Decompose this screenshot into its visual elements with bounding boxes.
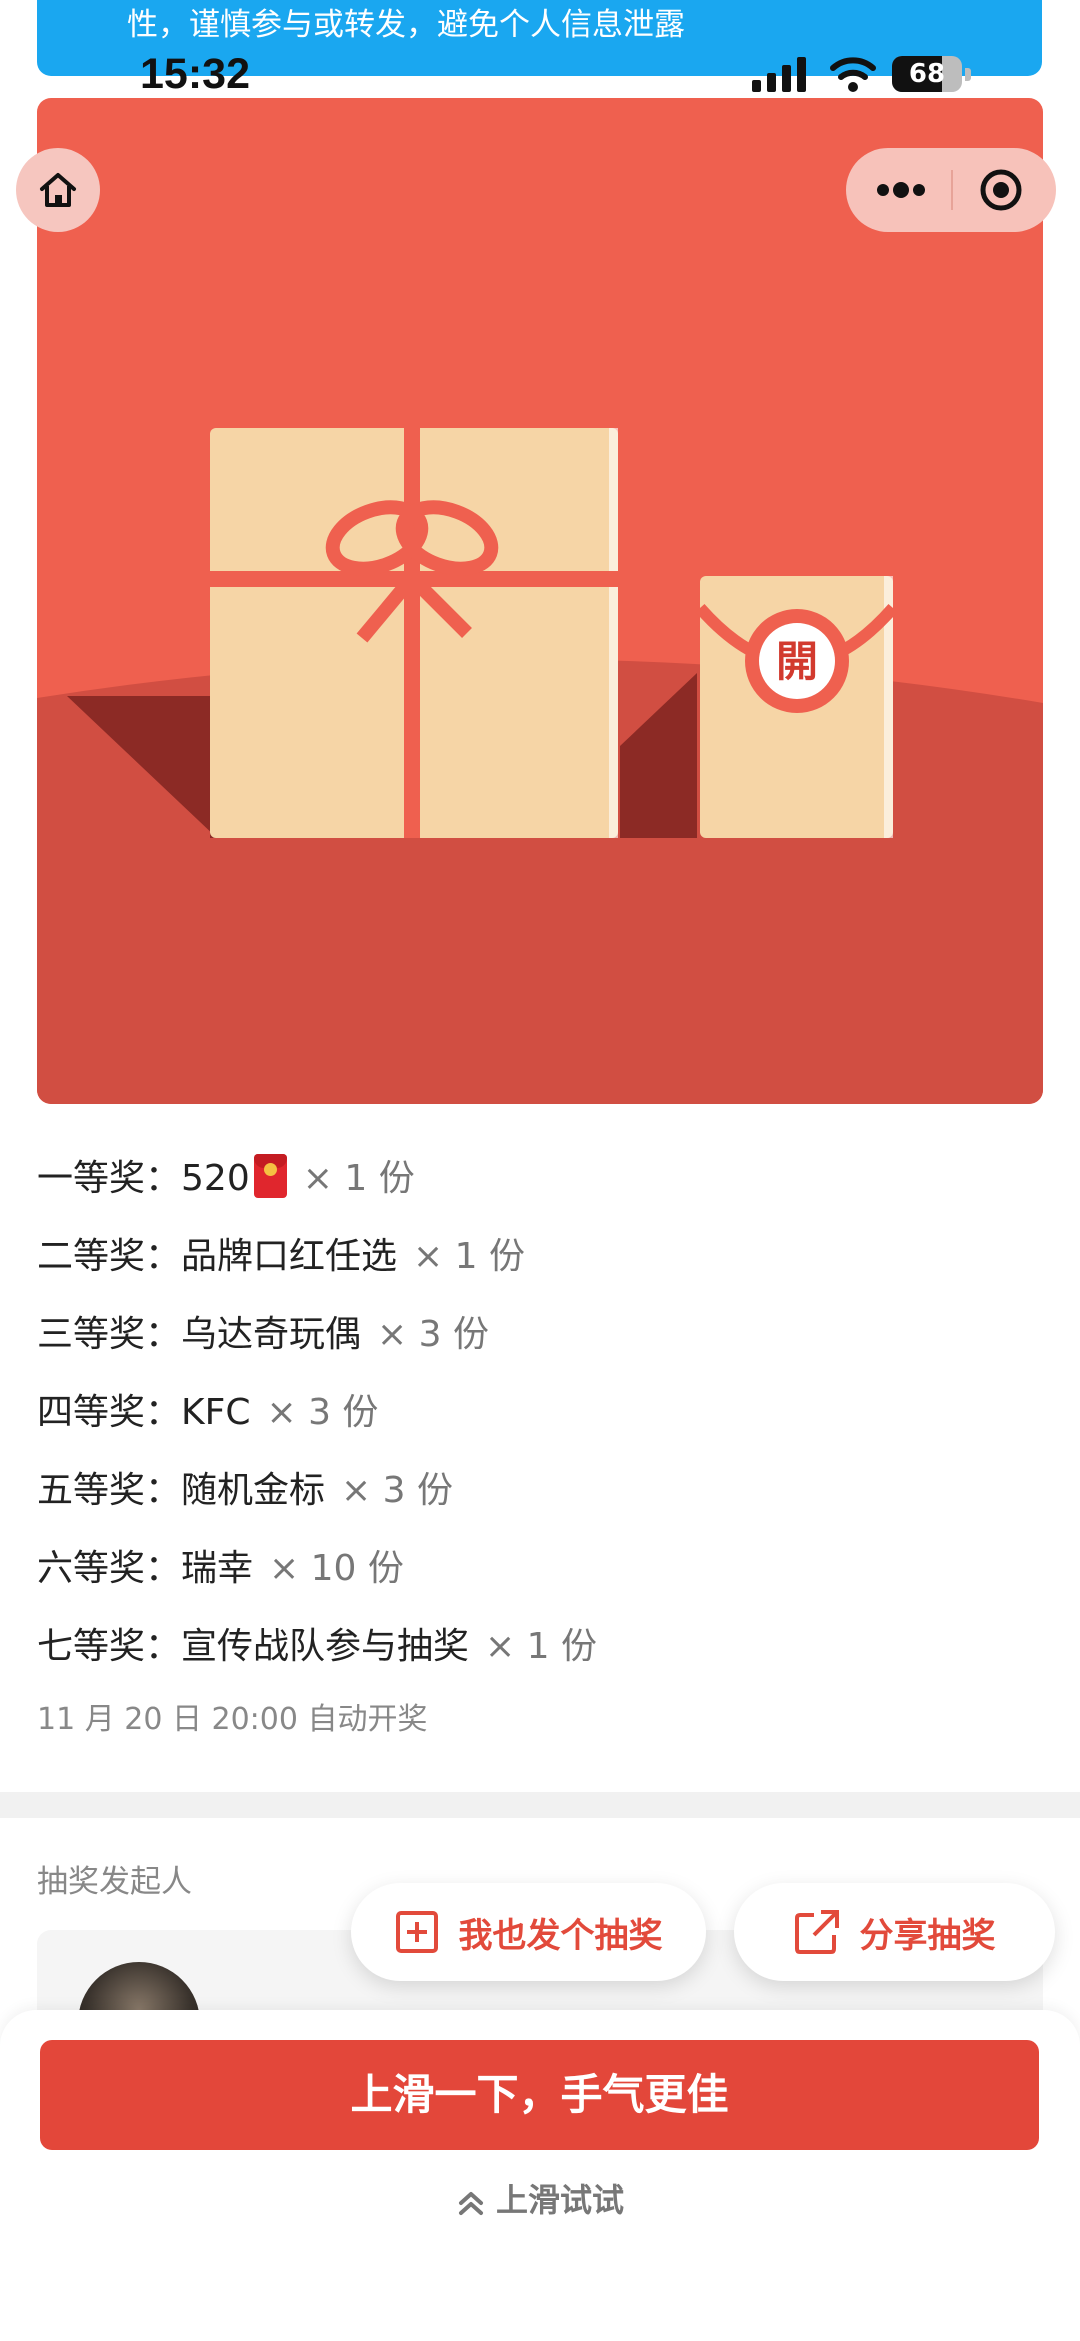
more-button[interactable] (856, 148, 946, 232)
prize-name: 乌达奇玩偶 (181, 1314, 362, 1355)
prize-quantity: × 1 份 (302, 1158, 415, 1199)
create-lottery-label: 我也发个抽奖 (458, 1915, 663, 1956)
prize-rank: 三等奖： (37, 1314, 182, 1355)
prize-row: 二等奖：品牌口红任选 × 1 份 (37, 1218, 1037, 1296)
prize-row: 四等奖：KFC × 3 份 (37, 1374, 1037, 1452)
more-icon (877, 182, 925, 198)
menu-capsule (846, 148, 1056, 232)
prize-rank: 五等奖： (37, 1470, 182, 1511)
target-close-icon (980, 169, 1022, 211)
battery-level-text: 68 (908, 59, 946, 89)
share-lottery-button[interactable]: 分享抽奖 (734, 1883, 1055, 1981)
envelope-seal-text: 開 (776, 637, 818, 686)
prize-row: 五等奖：随机金标 × 3 份 (37, 1452, 1037, 1530)
notice-banner-text: 性，谨慎参与或转发，避免个人信息泄露 (127, 7, 685, 43)
prize-name: KFC (181, 1392, 251, 1433)
share-icon (794, 1910, 839, 1954)
draw-time: 11 月 20 日 20:00 自动开奖 (37, 1702, 428, 1737)
prize-rank: 一等奖： (37, 1158, 182, 1199)
double-chevron-up-icon (458, 2192, 483, 2215)
prize-name: 随机金标 (181, 1470, 326, 1511)
prize-quantity: × 1 份 (413, 1236, 525, 1277)
prize-quantity: × 1 份 (485, 1626, 597, 1667)
prize-quantity: × 10 份 (269, 1548, 404, 1589)
share-lottery-label: 分享抽奖 (859, 1915, 996, 1956)
gift-box (210, 428, 618, 838)
wifi-icon (830, 57, 876, 92)
prize-row: 一等奖：520 × 1 份 (37, 1140, 1037, 1218)
organizer-label: 抽奖发起人 (37, 1864, 192, 1900)
close-miniprogram-button[interactable] (956, 148, 1046, 232)
swipe-hint-label: 上滑试试 (495, 2181, 624, 2219)
signal-icon (752, 57, 806, 92)
create-lottery-button[interactable]: 我也发个抽奖 (351, 1883, 706, 1981)
add-square-icon (395, 1911, 438, 1953)
prize-list: 一等奖：520 × 1 份 二等奖：品牌口红任选 × 1 份 三等奖：乌达奇玩偶 × … (37, 1140, 1037, 1750)
swipe-cta-button[interactable]: 上滑一下，手气更佳 (40, 2040, 1039, 2150)
prize-rank: 七等奖： (37, 1626, 182, 1667)
prize-name: 品牌口红任选 (181, 1236, 398, 1277)
prize-name: 瑞幸 (181, 1548, 254, 1589)
prize-rank: 六等奖： (37, 1548, 182, 1589)
prize-name: 宣传战队参与抽奖 (181, 1626, 470, 1667)
prize-quantity: × 3 份 (377, 1314, 489, 1355)
swipe-hint[interactable]: 上滑试试 (0, 2175, 1080, 2221)
home-button[interactable] (16, 148, 100, 232)
prize-row: 六等奖：瑞幸 × 10 份 (37, 1530, 1037, 1608)
prize-quantity: × 3 份 (341, 1470, 453, 1511)
prize-rank: 二等奖： (37, 1236, 182, 1277)
status-icons: 68 (750, 54, 980, 94)
hero-illustration: 開 (37, 98, 1043, 1104)
home-icon (40, 173, 76, 207)
prize-row: 七等奖：宣传战队参与抽奖 × 1 份 (37, 1608, 1037, 1686)
prize-rank: 四等奖： (37, 1392, 182, 1433)
section-divider (0, 1792, 1080, 1818)
red-packet-icon (253, 1154, 287, 1198)
status-time: 15:32 (140, 50, 250, 98)
red-envelope: 開 (695, 576, 898, 838)
battery-icon: 68 (892, 56, 974, 94)
prize-row: 三等奖：乌达奇玩偶 × 3 份 (37, 1296, 1037, 1374)
prize-quantity: × 3 份 (266, 1392, 379, 1433)
prize-name: 520 (181, 1158, 250, 1199)
